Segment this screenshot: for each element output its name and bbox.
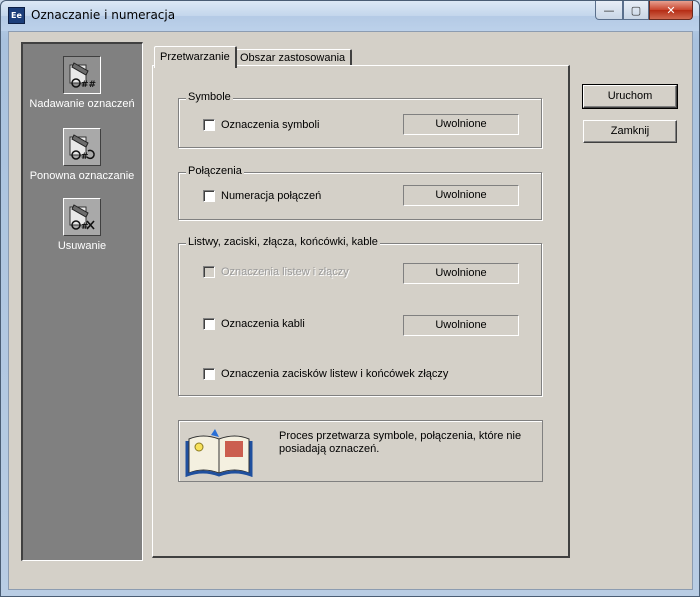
- connections-option[interactable]: Numeracja połączeń: [203, 190, 321, 202]
- sidebar-item-label: Ponowna oznaczanie: [29, 170, 135, 182]
- strips-option-label: Oznaczenia listew i złączy: [221, 266, 349, 278]
- strips-group: Listwy, zaciski, złącza, końcówki, kable…: [178, 236, 542, 396]
- minimize-icon: —: [603, 3, 615, 17]
- info-text: Proces przetwarza symbole, połączenia, k…: [279, 430, 522, 455]
- connections-group: Połączenia Numeracja połączeń Uwolnione: [178, 165, 542, 220]
- strips-option: Oznaczenia listew i złączy: [203, 266, 349, 278]
- connections-checkbox[interactable]: [203, 190, 215, 202]
- cables-status: Uwolnione: [403, 315, 519, 336]
- mode-sidebar: ## Nadawanie oznaczeń # Ponowna oznaczan…: [21, 42, 143, 561]
- sidebar-item-label: Nadawanie oznaczeń: [29, 98, 135, 110]
- close-window-button[interactable]: ✕: [649, 1, 693, 20]
- svg-text:#: #: [81, 222, 89, 232]
- dialog-window: Ee Oznaczanie i numeracja — ▢ ✕ ## Nadaw…: [0, 0, 700, 597]
- cables-checkbox[interactable]: [203, 318, 215, 330]
- svg-text:##: ##: [81, 80, 96, 90]
- maximize-button[interactable]: ▢: [623, 1, 649, 20]
- symbols-group: Symbole Oznaczenia symboli Uwolnione: [178, 91, 542, 148]
- run-button[interactable]: Uruchom: [583, 85, 677, 108]
- info-box: Proces przetwarza symbole, połączenia, k…: [178, 420, 543, 482]
- app-icon[interactable]: Ee: [8, 7, 25, 24]
- strips-checkbox: [203, 266, 215, 278]
- terminals-option-label: Oznaczenia zacisków listew i końcówek zł…: [221, 368, 449, 380]
- maximize-icon: ▢: [630, 3, 642, 17]
- delete-designation-icon[interactable]: #: [63, 198, 101, 236]
- dialog-client-area: ## Nadawanie oznaczeń # Ponowna oznaczan…: [8, 31, 693, 590]
- connections-option-label: Numeracja połączeń: [221, 190, 322, 202]
- symbols-group-title: Symbole: [186, 91, 233, 103]
- symbols-checkbox[interactable]: [203, 119, 215, 131]
- close-icon: ✕: [666, 3, 676, 17]
- window-controls: — ▢ ✕: [595, 1, 693, 21]
- cables-option[interactable]: Oznaczenia kabli: [203, 318, 305, 330]
- tab-processing[interactable]: Przetwarzanie: [154, 46, 237, 68]
- connections-group-title: Połączenia: [186, 165, 244, 177]
- minimize-button[interactable]: —: [595, 1, 623, 20]
- assign-designation-icon[interactable]: ##: [63, 56, 101, 94]
- connections-status: Uwolnione: [403, 185, 519, 206]
- sidebar-item-redesignate[interactable]: # Ponowna oznaczanie: [23, 128, 141, 182]
- symbols-option-label: Oznaczenia symboli: [221, 119, 320, 131]
- title-bar[interactable]: Ee Oznaczanie i numeracja — ▢ ✕: [1, 1, 699, 31]
- terminals-option[interactable]: Oznaczenia zacisków listew i końcówek zł…: [203, 368, 448, 380]
- terminals-checkbox[interactable]: [203, 368, 215, 380]
- window-title: Oznaczanie i numeracja: [31, 8, 176, 22]
- sidebar-item-assign[interactable]: ## Nadawanie oznaczeń: [23, 56, 141, 110]
- close-button[interactable]: Zamknij: [583, 120, 677, 143]
- strips-group-title: Listwy, zaciski, złącza, końcówki, kable: [186, 236, 380, 248]
- strips-status: Uwolnione: [403, 263, 519, 284]
- redesignate-icon[interactable]: #: [63, 128, 101, 166]
- symbols-status: Uwolnione: [403, 114, 519, 135]
- cables-option-label: Oznaczenia kabli: [221, 318, 305, 330]
- sidebar-item-delete[interactable]: # Usuwanie: [23, 198, 141, 252]
- sidebar-item-label: Usuwanie: [57, 240, 107, 252]
- symbols-option[interactable]: Oznaczenia symboli: [203, 119, 319, 131]
- tip-book-icon: [185, 425, 253, 480]
